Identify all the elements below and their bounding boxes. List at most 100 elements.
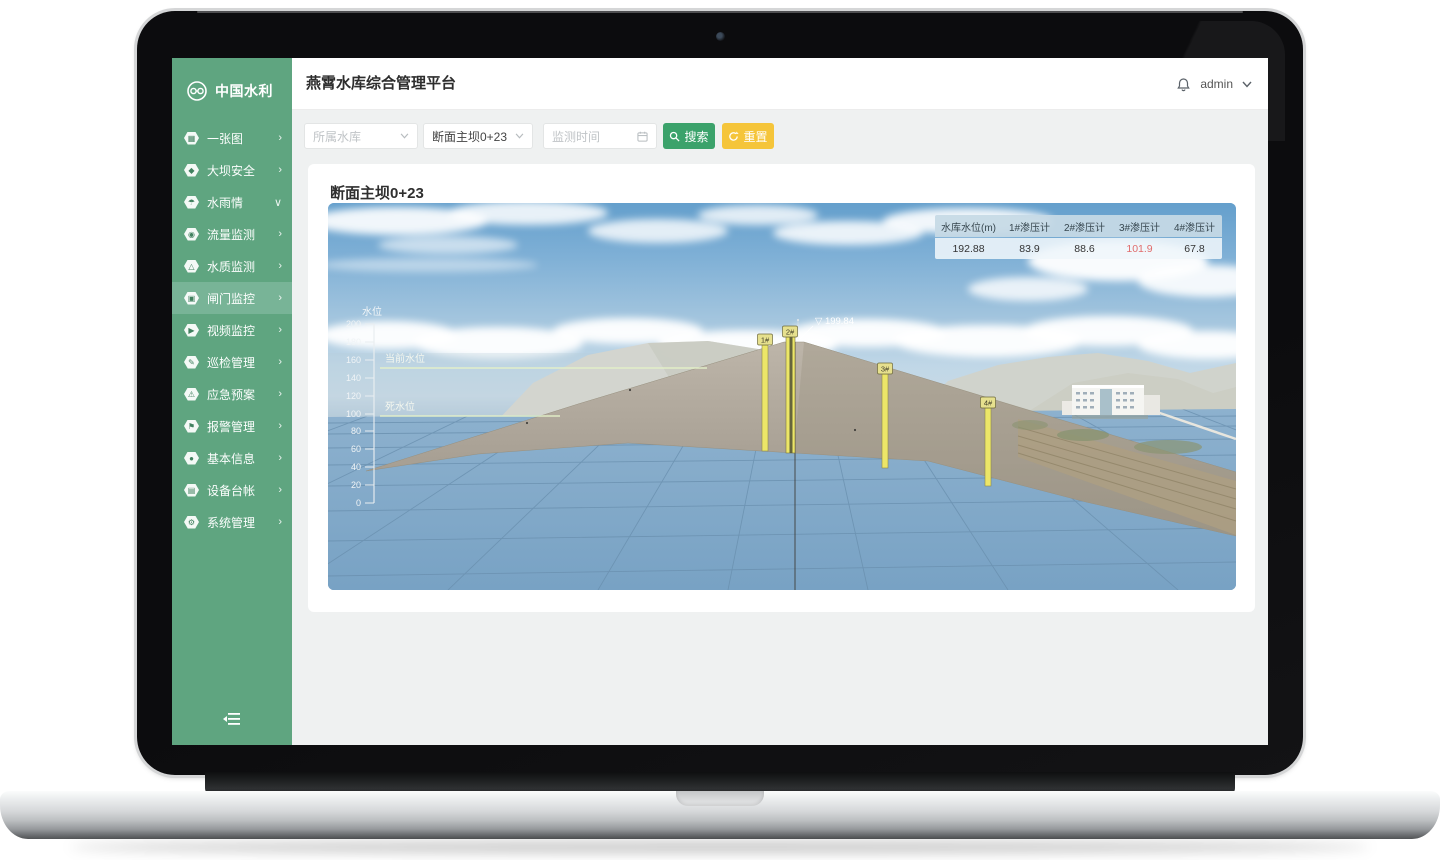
- sidebar-item-video-monitor[interactable]: ▶ 视频监控 ›: [172, 314, 292, 346]
- svg-text:当前水位: 当前水位: [385, 352, 425, 365]
- col-header: 3#渗压计: [1112, 215, 1167, 237]
- chevron-right-icon: ›: [278, 324, 282, 336]
- col-header: 4#渗压计: [1167, 215, 1222, 237]
- svg-text:▽ 199.84: ▽ 199.84: [815, 316, 854, 327]
- sidebar-collapse-button[interactable]: [172, 712, 292, 731]
- chevron-right-icon: ›: [278, 228, 282, 240]
- water-rain-icon: ☂: [184, 196, 199, 209]
- dam-cross-section-scene: 水位 200 180 160: [328, 203, 1236, 590]
- svg-text:4#: 4#: [984, 399, 993, 408]
- svg-text:20: 20: [351, 480, 361, 490]
- search-icon: [669, 131, 680, 142]
- piezometer-3-value-alert: 101.9: [1112, 238, 1167, 259]
- sidebar-item-dam-safety[interactable]: ◆ 大坝安全 ›: [172, 154, 292, 186]
- menu-fold-icon: [223, 712, 241, 726]
- top-header: 燕霄水库综合管理平台 admin: [292, 58, 1268, 110]
- sidebar-item-gate-monitor[interactable]: ▣ 闸门监控 ›: [172, 282, 292, 314]
- svg-text:120: 120: [346, 391, 361, 401]
- app-screen: 中国水利 ▦ 一张图 › ◆ 大坝安全 › ☂ 水雨情 ∨ ◉ 流量监测 ›: [172, 58, 1268, 745]
- chevron-right-icon: ›: [278, 388, 282, 400]
- svg-text:80: 80: [351, 426, 361, 436]
- reservoir-level-value: 192.88: [935, 238, 1002, 259]
- brand-logo-icon: [186, 80, 208, 102]
- chevron-right-icon: ›: [278, 516, 282, 528]
- user-menu-chevron-icon[interactable]: [1242, 81, 1252, 88]
- system-mgmt-icon: ⚙: [184, 516, 199, 529]
- sidebar-item-system-mgmt[interactable]: ⚙ 系统管理 ›: [172, 506, 292, 538]
- brand-name: 中国水利: [215, 81, 273, 101]
- device-ledger-icon: ▤: [184, 484, 199, 497]
- webcam: [716, 32, 725, 41]
- crest-pole-tip: [797, 319, 799, 321]
- laptop-shadow: [70, 841, 1370, 853]
- chevron-right-icon: ›: [278, 132, 282, 144]
- reservoir-select[interactable]: 所属水库: [304, 123, 418, 149]
- piezometer-1-value: 83.9: [1002, 238, 1057, 259]
- chevron-down-icon: [515, 133, 524, 139]
- chevron-down-icon: ∨: [274, 196, 282, 209]
- svg-text:40: 40: [351, 462, 361, 472]
- sidebar-item-basic-info[interactable]: ● 基本信息 ›: [172, 442, 292, 474]
- brand: 中国水利: [172, 58, 292, 102]
- patrol-mgmt-icon: ✎: [184, 356, 199, 369]
- content-area: 所属水库 断面主坝0+23 监测时间: [292, 110, 1268, 745]
- notification-bell-icon[interactable]: [1176, 77, 1191, 92]
- svg-text:140: 140: [346, 373, 361, 383]
- section-select[interactable]: 断面主坝0+23: [423, 123, 533, 149]
- chevron-right-icon: ›: [278, 260, 282, 272]
- svg-text:60: 60: [351, 444, 361, 454]
- basic-info-icon: ●: [184, 452, 199, 465]
- user-name[interactable]: admin: [1200, 77, 1233, 91]
- svg-text:3#: 3#: [881, 365, 890, 374]
- svg-text:200: 200: [346, 319, 361, 329]
- sidebar-item-water-rain[interactable]: ☂ 水雨情 ∨: [172, 186, 292, 218]
- header-right: admin: [1176, 58, 1252, 110]
- sidebar: 中国水利 ▦ 一张图 › ◆ 大坝安全 › ☂ 水雨情 ∨ ◉ 流量监测 ›: [172, 58, 292, 745]
- chevron-right-icon: ›: [278, 164, 282, 176]
- sidebar-item-overview-map[interactable]: ▦ 一张图 ›: [172, 122, 292, 154]
- piezometer-2-value: 88.6: [1057, 238, 1112, 259]
- svg-text:160: 160: [346, 355, 361, 365]
- page-title: 燕霄水库综合管理平台: [306, 58, 456, 110]
- video-monitor-icon: ▶: [184, 324, 199, 337]
- sidebar-item-water-quality[interactable]: △ 水质监测 ›: [172, 250, 292, 282]
- filter-bar: 所属水库 断面主坝0+23 监测时间: [292, 110, 1268, 150]
- overview-map-icon: ▦: [184, 132, 199, 145]
- svg-text:1#: 1#: [761, 336, 770, 345]
- chevron-right-icon: ›: [278, 484, 282, 496]
- chevron-down-icon: [400, 133, 409, 139]
- svg-text:180: 180: [346, 337, 361, 347]
- sidebar-item-alarm-mgmt[interactable]: ⚑ 报警管理 ›: [172, 410, 292, 442]
- piezometer-4-value: 67.8: [1167, 238, 1222, 259]
- sidebar-item-patrol-mgmt[interactable]: ✎ 巡检管理 ›: [172, 346, 292, 378]
- laptop-base-notch: [676, 791, 764, 806]
- gate-monitor-icon: ▣: [184, 292, 199, 305]
- sidebar-item-flow-monitor[interactable]: ◉ 流量监测 ›: [172, 218, 292, 250]
- dam-3d-viewport[interactable]: 水位 200 180 160: [328, 203, 1236, 590]
- reset-button[interactable]: 重置: [722, 123, 774, 149]
- readings-table: 水库水位(m) 1#渗压计 2#渗压计 3#渗压计 4#渗压计 192.88 8…: [935, 215, 1222, 259]
- search-button[interactable]: 搜索: [663, 123, 715, 149]
- svg-text:0: 0: [356, 498, 361, 508]
- sidebar-item-device-ledger[interactable]: ▤ 设备台帐 ›: [172, 474, 292, 506]
- chevron-right-icon: ›: [278, 420, 282, 432]
- alarm-mgmt-icon: ⚑: [184, 420, 199, 433]
- water-quality-icon: △: [184, 260, 199, 273]
- chevron-right-icon: ›: [278, 452, 282, 464]
- time-input[interactable]: 监测时间: [543, 123, 657, 149]
- emergency-plan-icon: ⚠: [184, 388, 199, 401]
- col-header: 水库水位(m): [935, 215, 1002, 237]
- calendar-icon: [637, 131, 648, 142]
- sidebar-item-emergency-plan[interactable]: ⚠ 应急预案 ›: [172, 378, 292, 410]
- flow-monitor-icon: ◉: [184, 228, 199, 241]
- axis-title: 水位: [362, 305, 382, 318]
- section-card: 断面主坝0+23: [308, 164, 1255, 612]
- svg-text:100: 100: [346, 409, 361, 419]
- refresh-icon: [728, 131, 739, 142]
- sidebar-menu: ▦ 一张图 › ◆ 大坝安全 › ☂ 水雨情 ∨ ◉ 流量监测 › △ 水质监测: [172, 122, 292, 538]
- col-header: 2#渗压计: [1057, 215, 1112, 237]
- readings-table-values: 192.88 83.9 88.6 101.9 67.8: [935, 238, 1222, 259]
- chevron-right-icon: ›: [278, 292, 282, 304]
- card-title: 断面主坝0+23: [330, 182, 424, 203]
- col-header: 1#渗压计: [1002, 215, 1057, 237]
